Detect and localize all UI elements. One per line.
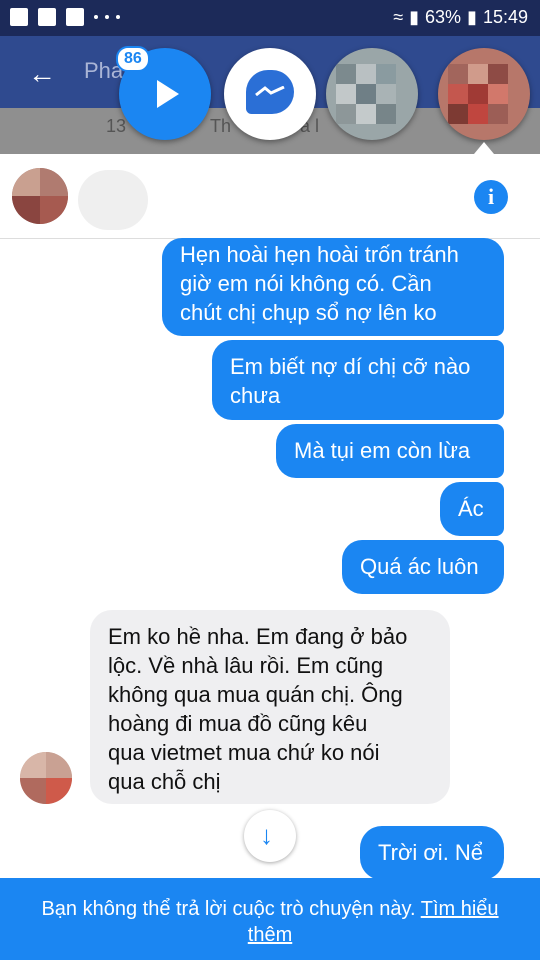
message-bubble-incoming: Em ko hề nha. Em đang ở bảo lộc. Về nhà … [90, 610, 450, 804]
message-text: Ác [458, 496, 484, 521]
info-icon[interactable]: i [474, 180, 508, 214]
message-text: Mà tụi em còn lừa [294, 438, 471, 463]
gallery-icon [10, 8, 28, 26]
message-bubble-outgoing: Ác [440, 482, 504, 536]
contact-chat-head-2[interactable] [438, 48, 530, 140]
arrow-down-icon: ↓ [260, 820, 273, 850]
wifi-icon: ≈ [393, 7, 404, 27]
back-arrow-icon[interactable]: ← [28, 60, 56, 88]
play-icon [157, 80, 179, 108]
checkmark-icon [66, 8, 84, 26]
message-text: Em biết nợ dí chị cỡ nào chưa [230, 354, 471, 408]
facebook-icon [38, 8, 56, 26]
panel-caret [474, 142, 494, 154]
conversation-header: i [0, 154, 540, 239]
message-text: Trời ơi. Nể [378, 840, 484, 865]
more-icon [94, 15, 120, 19]
contact-name-blurred [78, 170, 148, 230]
cannot-reply-banner: Bạn không thể trả lời cuộc trò chuyện nà… [0, 878, 540, 960]
sender-avatar[interactable] [20, 752, 72, 804]
unread-badge: 86 [116, 46, 150, 72]
messenger-bolt-icon [255, 86, 285, 96]
status-bar: ≈ ▮ 63% ▮ 15:49 [0, 0, 540, 36]
message-text: Em ko hề nha. Em đang ở bảo lộc. Về nhà … [108, 624, 408, 794]
message-bubble-outgoing: Trời ơi. Nể [360, 826, 504, 880]
message-text: Quá ác luôn [360, 554, 479, 579]
message-bubble-outgoing: Em biết nợ dí chị cỡ nào chưa [212, 340, 504, 420]
message-bubble-outgoing: Hẹn hoài hẹn hoài trốn tránh giờ em nói … [162, 238, 504, 336]
message-bubble-outgoing: Quá ác luôn [342, 540, 504, 594]
contact-avatar[interactable] [12, 168, 68, 224]
message-text: Hẹn hoài hẹn hoài trốn tránh giờ em nói … [180, 242, 459, 325]
battery-percent: 63% [425, 7, 462, 27]
battery-icon: ▮ [467, 7, 477, 27]
subbar-left-text: 13 [106, 116, 127, 136]
subbar-mid-text: Th [210, 116, 232, 136]
clock: 15:49 [482, 7, 528, 27]
contact-chat-head-1[interactable] [326, 48, 418, 140]
scroll-to-bottom-button[interactable]: ↓ [244, 810, 296, 862]
cannot-reply-text: Bạn không thể trả lời cuộc trò chuyện nà… [41, 898, 421, 920]
message-bubble-outgoing: Mà tụi em còn lừa [276, 424, 504, 478]
signal-icon: ▮ [409, 7, 420, 27]
messenger-chat-head[interactable] [224, 48, 316, 140]
